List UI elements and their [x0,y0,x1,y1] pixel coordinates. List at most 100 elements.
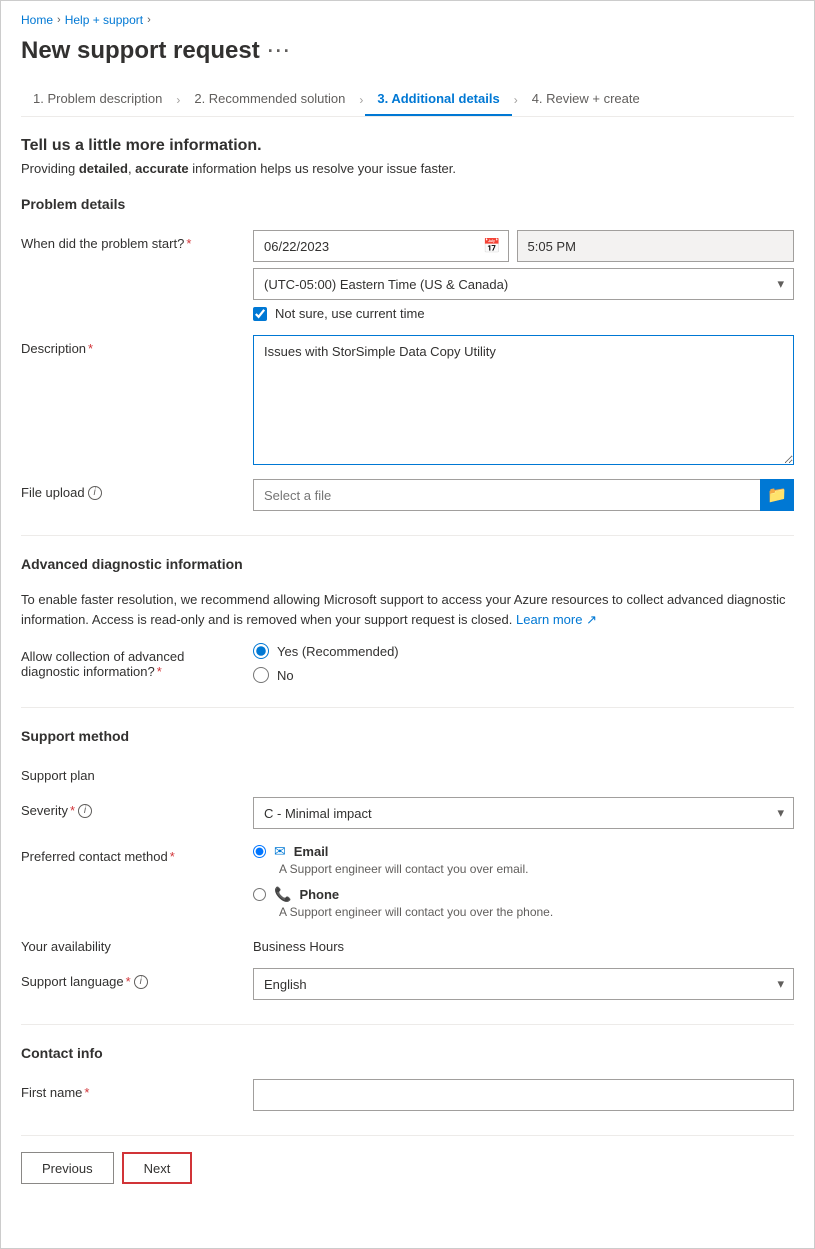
description-label: Description* [21,335,241,356]
date-input-wrapper: 📅 [253,230,509,262]
not-sure-label: Not sure, use current time [275,306,425,321]
first-name-controls [253,1079,794,1111]
availability-row: Your availability Business Hours [21,933,794,954]
step-1[interactable]: 1. Problem description [21,83,174,116]
severity-row: Severity* i C - Minimal impact ▾ [21,797,794,829]
email-icon: ✉ [274,843,286,860]
support-plan-label: Support plan [21,762,241,783]
contact-email-label: Email [294,844,329,859]
breadcrumb-sep2: › [147,14,151,26]
problem-details-title: Problem details [21,196,794,216]
step-sep-3: › [512,93,520,107]
support-method-title: Support method [21,728,794,748]
support-language-row: Support language* i English ▾ [21,968,794,1000]
date-time-row: 📅 [253,230,794,262]
contact-method-controls: ✉ Email A Support engineer will contact … [253,843,794,919]
step-2[interactable]: 2. Recommended solution [182,83,357,116]
navigation-buttons: Previous Next [21,1135,794,1184]
support-plan-row: Support plan [21,762,794,783]
timezone-select-wrapper: (UTC-05:00) Eastern Time (US & Canada) ▾ [253,268,794,300]
support-language-label: Support language* i [21,968,241,989]
next-button[interactable]: Next [122,1152,193,1184]
description-controls: Issues with StorSimple Data Copy Utility [253,335,794,465]
contact-info-title: Contact info [21,1045,794,1065]
first-name-label: First name* [21,1079,241,1100]
adv-no-option[interactable]: No [253,667,794,683]
file-upload-label: File upload i [21,479,241,500]
intro-title: Tell us a little more information. [21,137,794,155]
divider-3 [21,1024,794,1025]
step-4[interactable]: 4. Review + create [520,83,652,116]
description-row: Description* Issues with StorSimple Data… [21,335,794,465]
advanced-diagnostic-title: Advanced diagnostic information [21,556,794,576]
adv-yes-option[interactable]: Yes (Recommended) [253,643,794,659]
breadcrumb-home[interactable]: Home [21,13,53,27]
severity-select-wrapper: C - Minimal impact ▾ [253,797,794,829]
severity-info-icon[interactable]: i [78,804,92,818]
not-sure-checkbox[interactable] [253,307,267,321]
severity-label: Severity* i [21,797,241,818]
contact-method-row: Preferred contact method* ✉ Email A Supp… [21,843,794,919]
file-upload-input[interactable] [253,479,760,511]
allow-collection-controls: Yes (Recommended) No [253,643,794,683]
file-upload-wrapper: 📁 [253,479,794,511]
timezone-select[interactable]: (UTC-05:00) Eastern Time (US & Canada) [253,268,794,300]
time-input[interactable] [517,230,795,262]
description-textarea[interactable]: Issues with StorSimple Data Copy Utility [253,335,794,465]
first-name-row: First name* [21,1079,794,1111]
advanced-diagnostic-section: Advanced diagnostic information To enabl… [21,556,794,683]
contact-phone-radio[interactable] [253,888,266,901]
problem-start-row: When did the problem start?* 📅 (UTC-05:0… [21,230,794,321]
file-upload-button[interactable]: 📁 [760,479,794,511]
availability-value: Business Hours [253,933,794,954]
breadcrumb: Home › Help + support › [21,13,794,27]
learn-more-link[interactable]: Learn more ↗ [516,612,597,627]
date-input[interactable] [253,230,509,262]
breadcrumb-help[interactable]: Help + support [65,13,143,27]
advanced-diagnostic-desc: To enable faster resolution, we recommen… [21,590,794,629]
folder-icon: 📁 [767,485,787,505]
problem-details-section: Problem details When did the problem sta… [21,196,794,511]
page-title: New support request [21,37,260,65]
step-3[interactable]: 3. Additional details [365,83,511,116]
calendar-icon: 📅 [483,238,500,255]
contact-phone-header: 📞 Phone [253,886,794,903]
page-title-area: New support request ··· [21,37,794,65]
previous-button[interactable]: Previous [21,1152,114,1184]
allow-collection-radio-group: Yes (Recommended) No [253,643,794,683]
step-sep-2: › [357,93,365,107]
allow-collection-row: Allow collection of advanced diagnostic … [21,643,794,683]
page-title-dots: ··· [268,41,292,62]
support-language-info-icon[interactable]: i [134,975,148,989]
support-language-select-wrapper: English ▾ [253,968,794,1000]
contact-email-desc: A Support engineer will contact you over… [279,862,794,876]
contact-email-header: ✉ Email [253,843,794,860]
divider-1 [21,535,794,536]
not-sure-checkbox-row: Not sure, use current time [253,306,794,321]
breadcrumb-sep1: › [57,14,61,26]
problem-start-label: When did the problem start?* [21,230,241,251]
severity-controls: C - Minimal impact ▾ [253,797,794,829]
intro-desc: Providing detailed, accurate information… [21,161,794,176]
step-sep-1: › [174,93,182,107]
file-upload-row: File upload i 📁 [21,479,794,511]
severity-select[interactable]: C - Minimal impact [253,797,794,829]
contact-email-radio[interactable] [253,845,266,858]
adv-yes-radio[interactable] [253,643,269,659]
contact-email-option: ✉ Email A Support engineer will contact … [253,843,794,876]
contact-phone-desc: A Support engineer will contact you over… [279,905,794,919]
support-method-section: Support method Support plan Severity* i … [21,728,794,1000]
file-upload-info-icon[interactable]: i [88,486,102,500]
file-upload-controls: 📁 [253,479,794,511]
divider-2 [21,707,794,708]
allow-collection-label: Allow collection of advanced diagnostic … [21,643,241,679]
adv-no-radio[interactable] [253,667,269,683]
contact-phone-option: 📞 Phone A Support engineer will contact … [253,886,794,919]
problem-start-controls: 📅 (UTC-05:00) Eastern Time (US & Canada)… [253,230,794,321]
first-name-input[interactable] [253,1079,794,1111]
phone-icon: 📞 [274,886,291,903]
support-language-select[interactable]: English [253,968,794,1000]
steps-navigation: 1. Problem description › 2. Recommended … [21,83,794,117]
contact-method-label: Preferred contact method* [21,843,241,864]
availability-controls: Business Hours [253,933,794,954]
